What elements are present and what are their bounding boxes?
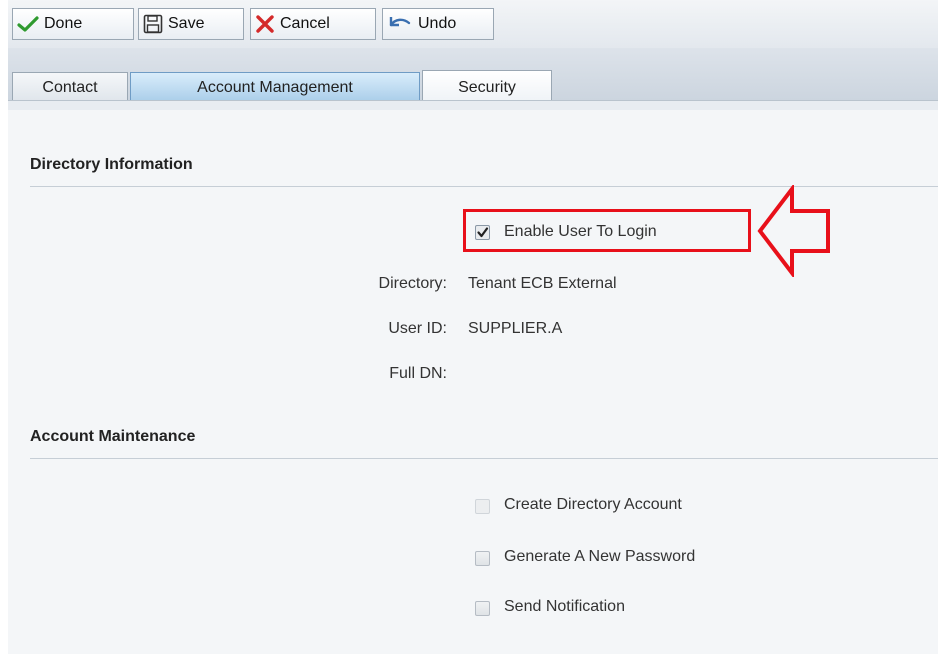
full-dn-label: Full DN: bbox=[389, 365, 447, 382]
send-notification-checkbox[interactable] bbox=[475, 601, 490, 616]
tab-label: Account Management bbox=[197, 78, 353, 96]
directory-label: Directory: bbox=[378, 275, 447, 292]
floppy-disk-icon bbox=[143, 14, 163, 34]
undo-button[interactable]: Undo bbox=[382, 8, 494, 40]
undo-label: Undo bbox=[418, 15, 457, 32]
annotation-highlight-box bbox=[463, 209, 751, 252]
generate-new-password-checkbox[interactable] bbox=[475, 551, 490, 566]
undo-arrow-icon bbox=[387, 14, 413, 34]
cancel-button[interactable]: Cancel bbox=[250, 8, 376, 40]
send-notification-label: Send Notification bbox=[504, 598, 625, 615]
tab-label: Security bbox=[458, 78, 516, 96]
save-button[interactable]: Save bbox=[138, 8, 244, 40]
user-id-value: SUPPLIER.A bbox=[468, 320, 563, 337]
generate-new-password-label: Generate A New Password bbox=[504, 548, 696, 565]
toolbar: Done Save Cancel Undo bbox=[8, 0, 938, 48]
app-frame: Done Save Cancel Undo Contact Account Ma… bbox=[8, 0, 938, 654]
done-button[interactable]: Done bbox=[12, 8, 134, 40]
tab-label: Contact bbox=[42, 78, 98, 96]
red-x-icon bbox=[255, 15, 275, 33]
tab-account-management[interactable]: Account Management bbox=[130, 72, 420, 102]
tab-security[interactable]: Security bbox=[422, 70, 552, 104]
done-label: Done bbox=[44, 15, 83, 32]
checkmark-icon bbox=[17, 15, 39, 33]
save-label: Save bbox=[168, 15, 205, 32]
section-divider bbox=[30, 458, 938, 459]
section-title-account-maintenance: Account Maintenance bbox=[30, 428, 196, 445]
create-directory-account-label: Create Directory Account bbox=[504, 496, 682, 513]
section-title-directory-information: Directory Information bbox=[30, 156, 193, 173]
directory-value: Tenant ECB External bbox=[468, 275, 617, 292]
annotation-arrow-icon bbox=[756, 183, 832, 282]
user-id-label: User ID: bbox=[388, 320, 447, 337]
create-directory-account-checkbox[interactable] bbox=[475, 499, 490, 514]
cancel-label: Cancel bbox=[280, 15, 330, 32]
tab-contact[interactable]: Contact bbox=[12, 72, 128, 102]
